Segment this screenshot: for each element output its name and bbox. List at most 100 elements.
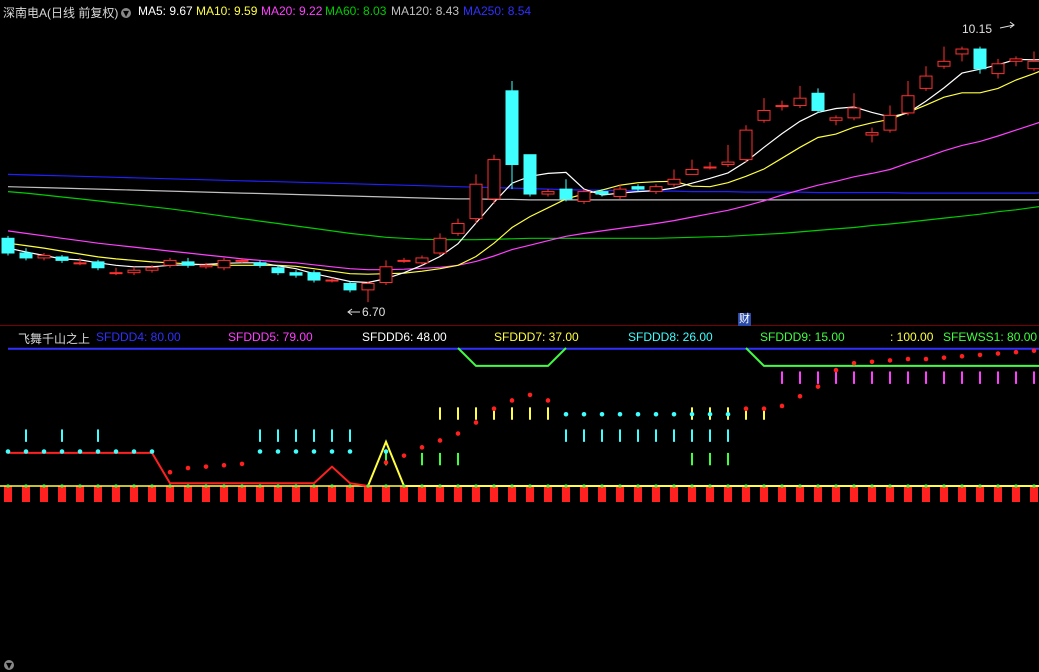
red-dot [941,355,947,360]
candle-body [865,132,879,136]
baseline-dot [276,484,280,488]
candle [775,100,789,111]
cyan-dot [113,449,119,454]
baseline-dot [60,484,64,488]
baseline-dot [528,484,532,488]
baseline-dot [24,484,28,488]
candlestick-price-chart[interactable] [0,0,1039,326]
candle-body [739,129,753,161]
chart-title: 深南电A(日线 前复权) [3,6,119,20]
red-dot [923,356,929,362]
candle-body [793,97,807,107]
red-dot [761,406,767,412]
candle-body [379,266,393,284]
bottom-red-bar [418,486,426,502]
red-dot [527,392,533,398]
bottom-red-bar [94,486,102,502]
cyan-dot [347,449,353,454]
red-dot [437,438,443,443]
candle-body [919,75,933,89]
candle [649,184,663,195]
candle [1027,51,1039,72]
red-dot [959,353,965,359]
candle [865,127,879,143]
candle [757,98,771,123]
baseline-dot [870,484,874,488]
red-dot [797,394,803,399]
baseline-dot [726,484,730,488]
baseline-dot [402,484,406,488]
baseline-dot [978,484,982,488]
candle-body [613,188,627,197]
candle-body [757,109,771,121]
bottom-red-bar [184,486,192,502]
candle [739,125,753,163]
red-dot [473,420,479,425]
candle [91,259,105,271]
baseline-dot [96,484,100,488]
high-price-label: 10.15 [962,22,993,36]
cyan-dot [23,449,29,454]
bottom-red-bar [310,486,318,502]
candle-body [487,159,501,200]
sfddd7-value: SFDDD7: 37.00 [494,330,579,344]
candle [919,66,933,91]
candle [397,257,411,263]
baseline-dot [672,484,676,488]
bottom-red-bar [490,486,498,502]
candle [1009,56,1023,67]
bottom-red-bar [1012,486,1020,502]
candle [487,154,501,204]
indicator-title: 飞舞千山之上 [18,332,91,346]
cyan-dot [131,449,137,454]
baseline-dot [888,484,892,488]
candle [793,85,807,109]
candle [451,218,465,236]
bottom-red-bar [688,486,696,502]
cyan-dot [95,449,101,454]
cyan-dot [563,411,569,417]
baseline-dot [42,484,46,488]
candle-body [847,107,861,119]
candle [541,189,555,197]
baseline-dot [492,484,496,488]
cyan-dot [5,449,11,454]
cyan-dot [77,449,83,454]
candle-body [235,259,249,262]
candle-body [19,252,33,259]
baseline-dot [168,484,172,488]
bottom-red-bar [724,486,732,502]
financial-report-badge[interactable]: 财 [738,313,751,326]
cyan-dot [653,411,659,417]
baseline-dot [834,484,838,488]
indicator-subchart[interactable] [0,326,1039,502]
candle-body [469,183,483,220]
candle-body [415,257,429,264]
baseline-dot [294,484,298,488]
red-dot [905,356,911,362]
candle [469,174,483,224]
bottom-red-bar [832,486,840,502]
baseline-dot [6,484,10,488]
candle [163,257,177,268]
bottom-red-bar [904,486,912,502]
baseline-dot [186,484,190,488]
high-arrow-icon [999,21,1015,29]
bottom-red-bar [886,486,894,502]
low-arrow-icon [347,308,360,316]
candle-body [181,261,195,266]
candle [361,281,375,303]
bottom-red-bar [40,486,48,502]
bottom-red-bar [166,486,174,502]
candle-body [955,48,969,55]
candle-body [505,90,519,166]
candle [343,281,357,293]
ma120-value: MA120: 8.43 [391,4,460,18]
candle [901,80,915,116]
bottom-red-bar [940,486,948,502]
cyan-dot [617,411,623,417]
candle [523,154,537,197]
cyan-dot [257,449,263,454]
candle-body [631,186,645,190]
red-dot [491,406,497,412]
